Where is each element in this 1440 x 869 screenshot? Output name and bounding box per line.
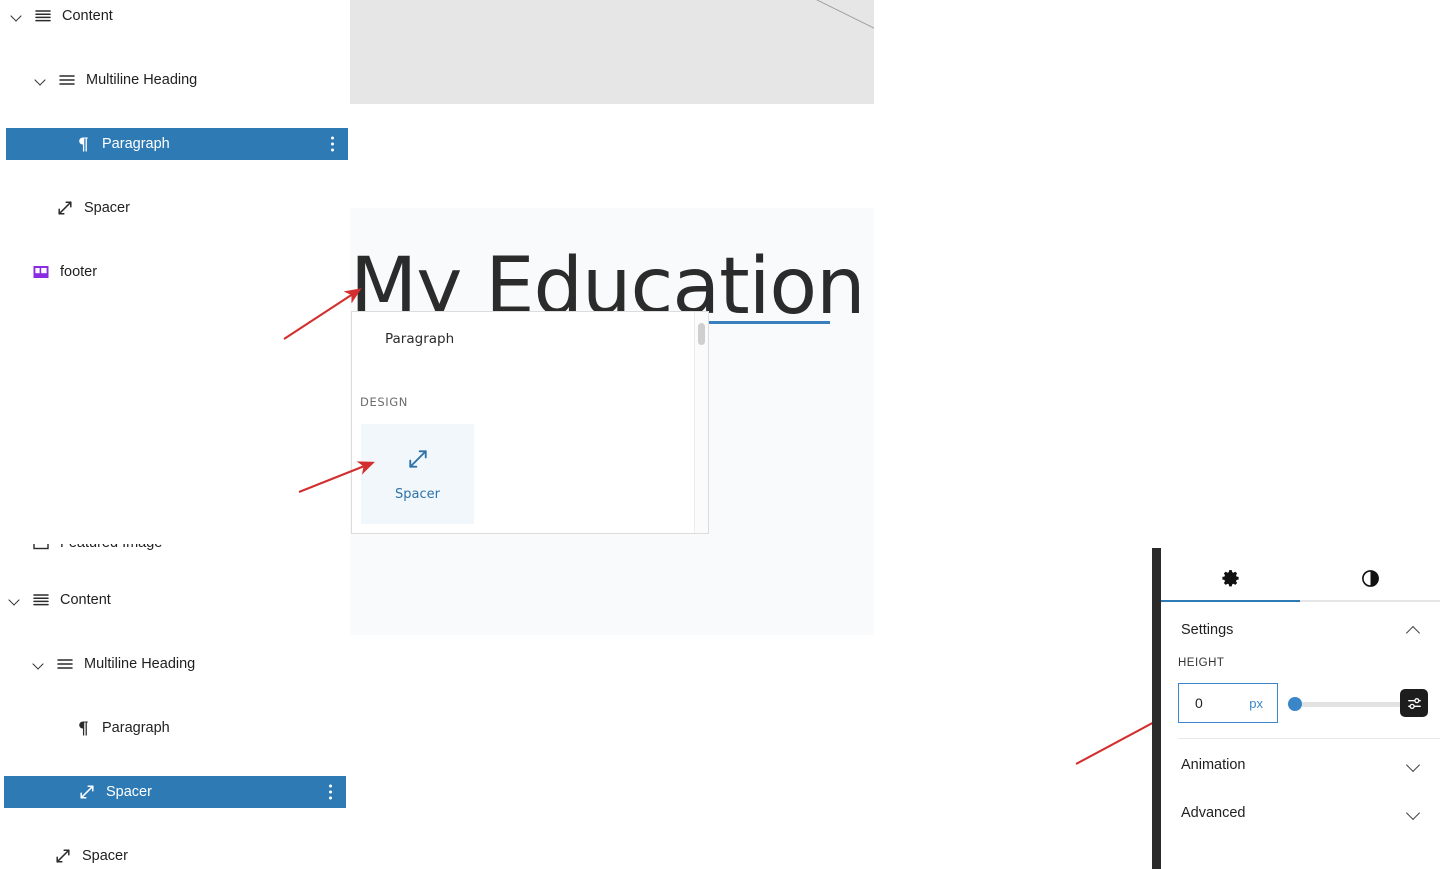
- spacer-arrows-icon: [54, 847, 72, 865]
- responsive-settings-button[interactable]: [1400, 689, 1428, 717]
- screenshot-stage: Content Multiline Heading ¶ Paragraph Sp…: [0, 0, 1440, 869]
- svg-text:¶: ¶: [78, 719, 89, 737]
- top-canvas-hero-area: [350, 0, 874, 104]
- inserter-search-value[interactable]: Paragraph: [385, 331, 454, 347]
- slider-track[interactable]: [1288, 702, 1401, 707]
- block-card-spacer[interactable]: Spacer: [361, 424, 474, 524]
- inserter-section-design: DESIGN: [360, 395, 408, 409]
- chevron-up-icon[interactable]: [1408, 624, 1420, 636]
- tree-item-label: Spacer: [82, 848, 128, 864]
- gear-icon: [1221, 569, 1240, 588]
- tree-item-label: Spacer: [84, 200, 130, 216]
- height-input-unit[interactable]: px: [1249, 696, 1263, 711]
- tree-item-label: Content: [60, 592, 111, 608]
- tree-item-paragraph[interactable]: ¶ Paragraph: [0, 712, 350, 744]
- tree-item-content[interactable]: Content: [0, 584, 350, 616]
- settings-panel-tabs: [1161, 556, 1440, 602]
- footer-block-icon: [32, 263, 50, 281]
- chevron-down-icon[interactable]: [1408, 807, 1420, 819]
- hamburger-lines-icon: [58, 71, 76, 89]
- chevron-down-icon[interactable]: [10, 9, 24, 23]
- chevron-down-icon[interactable]: [34, 73, 48, 87]
- height-input-value: 0: [1195, 695, 1203, 711]
- slider-thumb[interactable]: [1288, 697, 1302, 711]
- accordion-settings[interactable]: Settings: [1161, 616, 1440, 644]
- accordion-animation[interactable]: Animation: [1161, 751, 1440, 779]
- hamburger-lines-icon: [56, 655, 74, 673]
- height-input[interactable]: 0 px: [1178, 683, 1278, 723]
- spacer-arrows-icon: [56, 199, 74, 217]
- inserter-scrollbar-track[interactable]: [694, 312, 708, 533]
- block-settings-panel: Settings HEIGHT 0 px Animation Advanced: [1161, 548, 1440, 869]
- pilcrow-icon: ¶: [78, 135, 92, 153]
- tree-item-footer[interactable]: footer: [0, 256, 350, 288]
- hamburger-layers-icon: [32, 591, 50, 609]
- block-card-label: Spacer: [395, 486, 440, 502]
- tab-style[interactable]: [1300, 556, 1440, 602]
- accordion-label: Advanced: [1181, 805, 1246, 821]
- chevron-down-icon[interactable]: [8, 593, 22, 607]
- tree-item-label: Multiline Heading: [86, 72, 198, 88]
- tree-item-spacer[interactable]: Spacer: [0, 192, 350, 224]
- tree-item-label: Content: [62, 8, 113, 24]
- sliders-icon: [1406, 695, 1423, 712]
- tree-item-spacer-selected[interactable]: Spacer: [4, 776, 346, 808]
- accordion-label: Settings: [1181, 622, 1234, 638]
- tree-item-multiline-heading[interactable]: Multiline Heading: [0, 64, 350, 96]
- tree-item-label: Multiline Heading: [84, 656, 196, 672]
- tree-item-spacer[interactable]: Spacer: [0, 840, 350, 869]
- tree-top-clip-fade: [0, 536, 350, 544]
- pilcrow-icon: ¶: [78, 719, 92, 737]
- accordion-label: Animation: [1181, 757, 1246, 773]
- accordion-advanced[interactable]: Advanced: [1161, 799, 1440, 827]
- top-structure-tree: Content Multiline Heading ¶ Paragraph Sp…: [0, 0, 350, 534]
- row-options-kebab-icon[interactable]: [329, 784, 332, 800]
- settings-divider: [1178, 738, 1440, 739]
- height-slider[interactable]: [1288, 696, 1401, 712]
- contrast-icon: [1361, 569, 1380, 588]
- hamburger-layers-icon: [34, 7, 52, 25]
- svg-text:¶: ¶: [78, 135, 89, 153]
- inserter-scrollbar-thumb[interactable]: [698, 323, 705, 345]
- tree-item-label: Paragraph: [102, 136, 170, 152]
- tree-item-content[interactable]: Content: [0, 0, 350, 32]
- block-inserter-popup: Paragraph DESIGN Spacer: [351, 311, 709, 534]
- tree-item-label: footer: [60, 264, 98, 280]
- chevron-down-icon[interactable]: [32, 657, 46, 671]
- tree-item-label: Paragraph: [102, 720, 170, 736]
- bottom-structure-tree: Featured Image Content: [0, 535, 350, 869]
- tree-item-paragraph-selected[interactable]: ¶ Paragraph: [6, 128, 348, 160]
- tree-item-label: Spacer: [106, 784, 152, 800]
- tree-item-multiline-heading[interactable]: Multiline Heading: [0, 648, 350, 680]
- height-field-label: HEIGHT: [1178, 657, 1225, 669]
- chevron-down-icon[interactable]: [1408, 759, 1420, 771]
- tab-settings[interactable]: [1161, 556, 1300, 602]
- row-options-kebab-icon[interactable]: [331, 136, 334, 152]
- spacer-arrows-icon: [406, 447, 430, 471]
- panel-divider-gutter: [1152, 548, 1161, 869]
- spacer-arrows-icon: [78, 783, 96, 801]
- hero-diagonal-decoration: [816, 0, 874, 29]
